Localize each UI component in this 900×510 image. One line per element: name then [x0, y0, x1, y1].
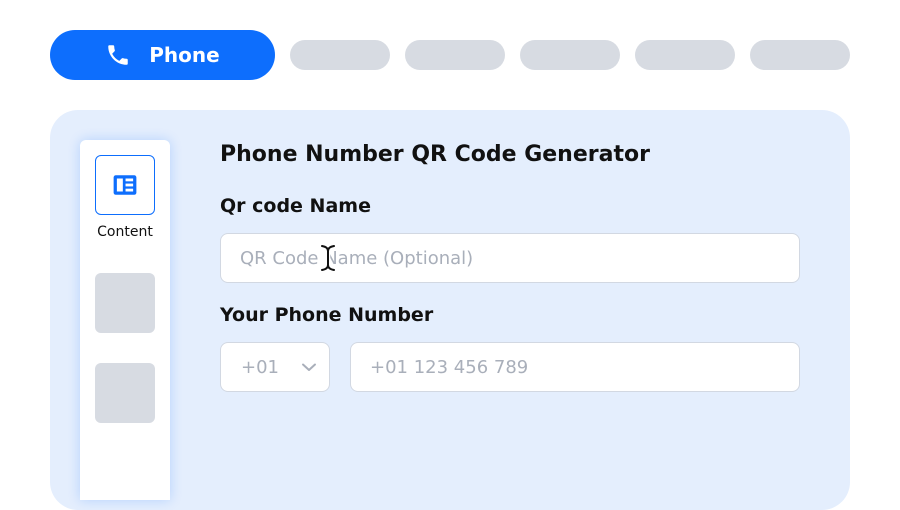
country-code-select[interactable]: +01: [220, 342, 330, 392]
qr-name-label: Qr code Name: [220, 195, 371, 217]
tab-phone[interactable]: Phone: [50, 30, 275, 80]
tab-placeholder-5[interactable]: [750, 40, 850, 70]
editor-panel: Content Phone Number QR Code Generator Q…: [50, 110, 850, 510]
tab-placeholder-2[interactable]: [405, 40, 505, 70]
sidebar-placeholder-2[interactable]: [95, 363, 155, 423]
phone-number-label: Your Phone Number: [220, 304, 434, 326]
tab-placeholder-1[interactable]: [290, 40, 390, 70]
text-cursor-icon: [317, 242, 339, 274]
sidebar-item-label: Content: [97, 224, 153, 240]
qr-name-input[interactable]: [220, 233, 800, 283]
sidebar-item-content[interactable]: [95, 155, 155, 215]
phone-number-input[interactable]: [350, 342, 800, 392]
tab-placeholder-4[interactable]: [635, 40, 735, 70]
chevron-down-icon: [301, 359, 317, 375]
page-title: Phone Number QR Code Generator: [220, 142, 650, 167]
country-code-value: +01: [241, 356, 279, 378]
sidebar-placeholder-1[interactable]: [95, 273, 155, 333]
editor-sidebar: Content: [80, 140, 170, 500]
phone-icon: [105, 42, 131, 68]
tab-placeholder-3[interactable]: [520, 40, 620, 70]
content-layout-icon: [112, 172, 138, 198]
tab-phone-label: Phone: [149, 43, 220, 67]
type-tabs: Phone: [50, 30, 850, 80]
